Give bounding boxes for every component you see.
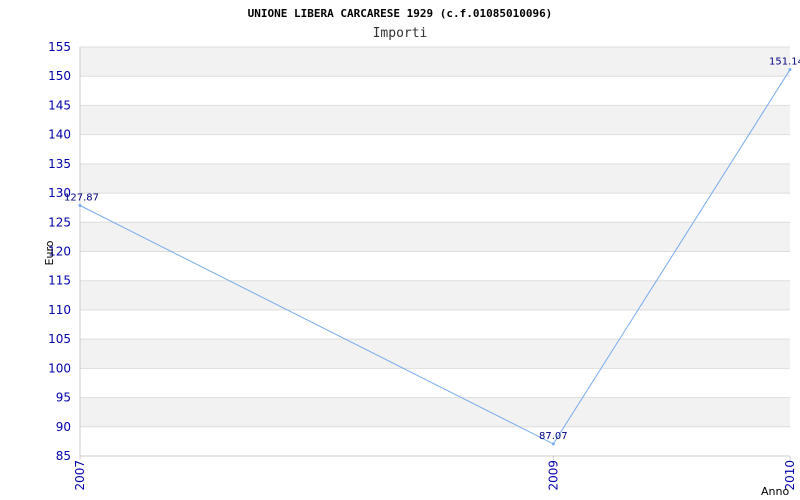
grid-band	[80, 105, 790, 135]
x-tick-labels: 2007 2009 2010	[73, 460, 797, 491]
y-axis-label: Euro	[43, 240, 56, 265]
y-tick-label: 145	[48, 98, 71, 112]
grid-band	[80, 222, 790, 252]
grid-band	[80, 397, 790, 427]
y-tick-label: 115	[48, 274, 71, 288]
x-tick-label: 2009	[546, 460, 560, 491]
grid-band	[80, 339, 790, 369]
y-tick-label: 110	[48, 303, 71, 317]
data-label: 87.07	[539, 431, 568, 442]
y-tick-label: 125	[48, 215, 71, 229]
chart-title: UNIONE LIBERA CARCARESE 1929 (c.f.010850…	[248, 7, 553, 20]
grid-band	[80, 47, 790, 77]
data-point	[788, 68, 792, 72]
y-tick-label: 90	[56, 420, 71, 434]
y-tick-label: 155	[48, 40, 71, 54]
y-tick-label: 95	[56, 391, 71, 405]
y-tick-label: 150	[48, 69, 71, 83]
y-tick-label: 105	[48, 332, 71, 346]
grid-bands	[80, 47, 790, 427]
y-tick-label: 100	[48, 361, 71, 375]
data-label: 127.87	[64, 193, 99, 204]
data-label: 151.14	[769, 57, 800, 68]
x-axis-label: Anno	[761, 485, 789, 498]
x-tick-label: 2007	[73, 460, 87, 491]
grid-band	[80, 280, 790, 310]
grid-band	[80, 163, 790, 194]
y-tick-label: 85	[56, 449, 71, 463]
line-chart: 8590951001051101151201251301351401451501…	[43, 7, 800, 498]
data-point	[78, 204, 82, 208]
data-point	[551, 442, 555, 446]
y-tick-label: 140	[48, 128, 71, 142]
chart-subtitle: Importi	[373, 26, 428, 41]
y-tick-label: 135	[48, 157, 71, 171]
